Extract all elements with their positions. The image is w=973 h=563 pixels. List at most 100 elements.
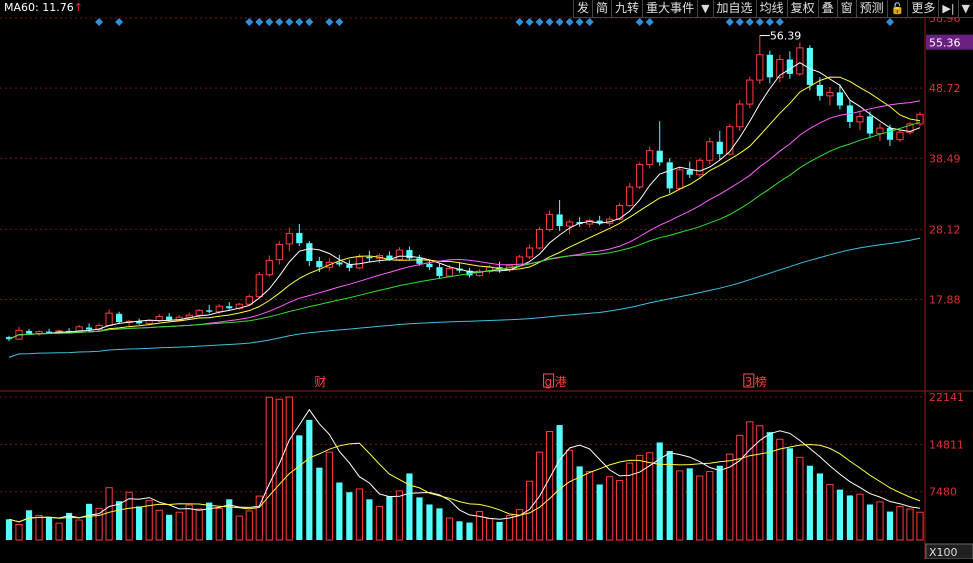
candle-up xyxy=(756,54,764,81)
candle-down xyxy=(716,141,723,155)
simple-button[interactable]: 简 xyxy=(592,0,612,18)
max-annotation-label: 56.39 xyxy=(770,30,802,43)
volume-bar-up xyxy=(616,480,624,541)
event-label: 3 xyxy=(745,375,753,389)
volume-tick-label: 22141 xyxy=(929,391,964,404)
volume-bar-up xyxy=(15,523,23,541)
candle-up xyxy=(706,141,714,161)
event-marker-icon xyxy=(515,18,524,26)
ma20-line xyxy=(8,100,921,340)
candle-up xyxy=(185,314,193,318)
candle-up xyxy=(535,229,544,249)
volume-bar-down xyxy=(65,512,73,540)
chart-stage[interactable]: 58.96 48.72 38.49 28.12 17.88 55.36 22141 14811… xyxy=(0,0,973,560)
candle-down xyxy=(836,92,844,106)
more-button[interactable]: 更多 xyxy=(907,0,939,18)
add-watchlist-button[interactable]: 加自选 xyxy=(712,0,756,18)
candle-down xyxy=(226,306,233,309)
lock-icon[interactable]: 🔓 xyxy=(886,0,908,18)
volume-bar-down xyxy=(25,510,33,540)
restore-rights-button[interactable]: 复权 xyxy=(786,0,818,18)
event-label: 财 xyxy=(314,375,326,389)
ma60-indicator: MA60: 11.76↑ xyxy=(4,1,83,14)
candle-up xyxy=(676,169,684,189)
pin-dropdown-icon[interactable]: ▼ xyxy=(957,0,973,18)
volume-bar-down xyxy=(766,432,773,540)
volume-bar-down xyxy=(436,508,443,540)
candle-down xyxy=(166,316,173,320)
volume-bar-up xyxy=(105,487,113,541)
volume-bar-up xyxy=(185,504,193,541)
fa-button[interactable]: 发 xyxy=(573,0,593,18)
nine-turn-button[interactable]: 九转 xyxy=(611,0,643,18)
candle-down xyxy=(206,310,213,312)
candle-up xyxy=(856,115,864,123)
volume-bar-down xyxy=(166,514,173,540)
candle-down xyxy=(116,313,123,323)
window-button[interactable]: 窗 xyxy=(836,0,856,18)
event-marker-icon xyxy=(885,18,894,26)
candle-down xyxy=(806,47,813,85)
volume-bar-down xyxy=(5,519,13,540)
volume-bar-up xyxy=(325,451,333,541)
volume-bar-up xyxy=(916,511,924,541)
event-marker-icon xyxy=(265,18,274,26)
volume-bar-up xyxy=(375,505,384,541)
candlestick-chart[interactable]: 58.9648.7238.4928.1217.8855.362214114811… xyxy=(0,0,973,560)
volume-bar-down xyxy=(846,495,854,540)
volume-bar-down xyxy=(496,521,503,540)
volume-bar-down xyxy=(416,497,423,540)
event-marker-icon xyxy=(725,18,734,26)
major-events-button[interactable]: 重大事件 xyxy=(642,0,698,18)
candle-up xyxy=(545,213,554,231)
volume-bar-up xyxy=(696,475,704,541)
ma60-text: MA60: 11.76 xyxy=(4,1,74,14)
event-marker-icon xyxy=(115,18,124,26)
events-dropdown-icon[interactable]: ▼ xyxy=(697,0,713,18)
volume-bar-down xyxy=(466,522,473,540)
candle-up xyxy=(626,186,634,207)
volume-tick-label: 14811 xyxy=(929,438,964,451)
event-marker-icon xyxy=(335,18,344,26)
event-label: 榜 xyxy=(755,374,767,389)
candle-down xyxy=(366,256,373,259)
event-marker-icon xyxy=(545,18,554,26)
forecast-button[interactable]: 预测 xyxy=(855,0,887,18)
volume-bar-down xyxy=(886,511,894,540)
volume-bar-up xyxy=(75,519,83,541)
candle-down xyxy=(316,261,323,268)
volume-bar-up xyxy=(876,501,884,541)
volume-bar-down xyxy=(296,435,303,540)
volume-bar-up xyxy=(606,476,614,541)
candle-down xyxy=(886,128,894,140)
candle-up xyxy=(525,247,534,258)
candle-up xyxy=(445,268,454,277)
candle-up xyxy=(245,296,253,305)
pin-icon[interactable]: ▶| xyxy=(938,0,958,18)
candle-down xyxy=(25,330,33,334)
event-marker-icon xyxy=(285,18,294,26)
volume-bar-up xyxy=(706,471,714,541)
candle-up xyxy=(195,309,203,316)
event-marker-icon xyxy=(555,18,564,26)
volume-bar-down xyxy=(366,499,373,540)
moving-average-button[interactable]: 均线 xyxy=(755,0,787,18)
price-tick-label: 28.12 xyxy=(929,223,961,236)
event-marker-icon xyxy=(735,18,744,26)
candle-down xyxy=(416,258,423,264)
volume-bar-up xyxy=(155,509,163,541)
volume-tick-label: 7480 xyxy=(929,486,957,499)
candle-down xyxy=(296,232,303,244)
volume-bar-down xyxy=(316,467,323,540)
price-tick-label: 48.72 xyxy=(929,82,961,95)
volume-bar-down xyxy=(866,504,874,540)
candle-up xyxy=(395,249,404,261)
event-marker-icon xyxy=(565,18,574,26)
overlay-button[interactable]: 叠 xyxy=(817,0,837,18)
volume-bar-up xyxy=(215,507,223,541)
ma5-line xyxy=(8,62,921,340)
volume-bar-up xyxy=(776,438,784,541)
volume-bar-up xyxy=(856,493,864,541)
volume-bar-down xyxy=(836,489,844,540)
candle-up xyxy=(265,259,273,276)
